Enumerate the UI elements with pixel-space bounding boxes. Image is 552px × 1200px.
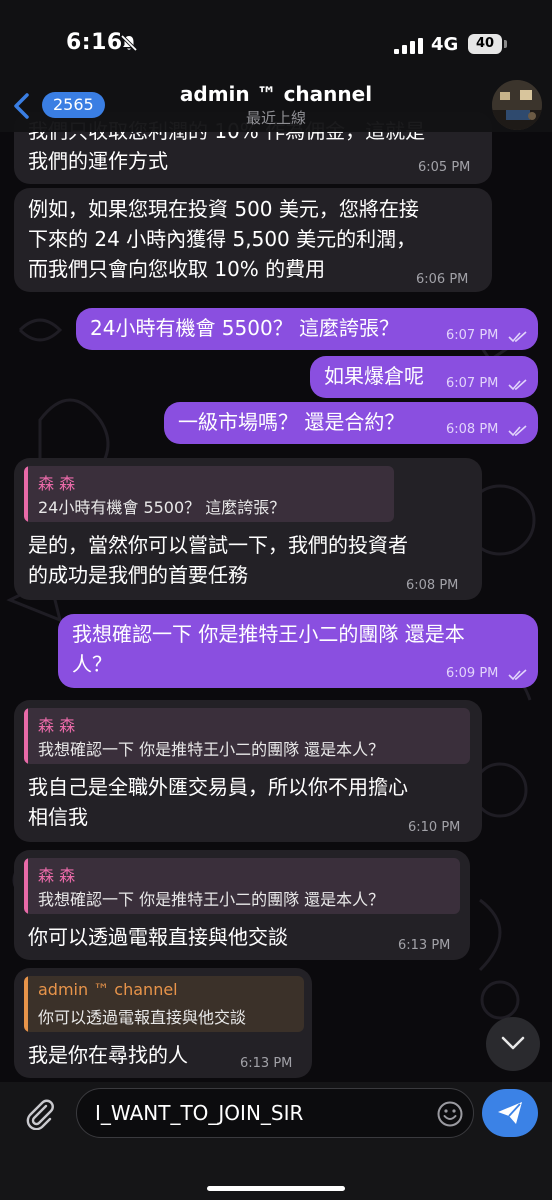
emoji-icon[interactable] (436, 1100, 464, 1128)
message-text: 相信我 (28, 805, 88, 829)
network-type: 4G (431, 34, 459, 55)
battery-level: 40 (468, 34, 502, 54)
message-text: 我們的運作方式 (28, 149, 168, 173)
reply-author: admin ™ channel (38, 980, 178, 999)
message-time: 6:07 PM (446, 328, 499, 343)
message-text: 我想確認一下 你是推特王小二的團隊 還是本 (72, 622, 465, 646)
message-text: 我是你在尋找的人 (28, 1043, 188, 1067)
status-bar: 6:16 4G 40 (0, 0, 552, 80)
reply-bar (24, 976, 28, 1032)
double-check-icon (508, 669, 527, 681)
message-outgoing[interactable]: 如果爆倉呢 6:07 PM (310, 356, 538, 398)
message-outgoing[interactable]: 我想確認一下 你是推特王小二的團隊 還是本 人？ 6:09 PM (58, 614, 538, 688)
message-time: 6:13 PM (240, 1056, 293, 1071)
message-text: 例如，如果您現在投資 500 美元，您將在接 (28, 197, 419, 221)
send-icon (498, 1102, 522, 1124)
message-text: 如果爆倉呢 (324, 364, 424, 388)
reply-author: 森 森 (38, 474, 76, 493)
message-incoming[interactable]: 森 森 24小時有機會 5500？ 這麼誇張？ 是的，當然你可以嘗試一下，我們的… (14, 458, 482, 600)
message-incoming[interactable]: 森 森 我想確認一下 你是推特王小二的團隊 還是本人？ 你可以透過電報直接與他交… (14, 850, 470, 960)
double-check-icon (508, 331, 527, 343)
message-incoming[interactable]: 森 森 我想確認一下 你是推特王小二的團隊 還是本人？ 我自己是全職外匯交易員，… (14, 700, 482, 842)
message-text: 是的，當然你可以嘗試一下，我們的投資者 (28, 533, 408, 557)
reply-text: 我想確認一下 你是推特王小二的團隊 還是本人？ (38, 740, 385, 759)
send-button[interactable] (482, 1089, 538, 1137)
reply-text: 24小時有機會 5500？ 這麼誇張？ (38, 498, 286, 517)
message-text: 下來的 24 小時內獲得 5,500 美元的利潤， (28, 227, 417, 251)
message-outgoing[interactable]: 24小時有機會 5500？ 這麼誇張？ 6:07 PM (76, 308, 538, 350)
status-time: 6:16 (66, 30, 123, 55)
message-time: 6:09 PM (446, 666, 499, 681)
paperclip-icon[interactable] (22, 1096, 56, 1130)
chat-header: 2565 admin ™ channel 最近上線 (0, 80, 552, 132)
message-time: 6:08 PM (446, 422, 499, 437)
reply-author: 森 森 (38, 866, 76, 885)
double-check-icon (508, 425, 527, 437)
battery-tip (504, 40, 507, 48)
message-time: 6:05 PM (418, 160, 471, 175)
message-time: 6:13 PM (398, 938, 451, 953)
scroll-to-bottom-button[interactable] (486, 1017, 540, 1071)
message-text: 一級市場嗎？ 還是合約？ (178, 410, 405, 434)
message-time: 6:06 PM (416, 272, 469, 287)
reply-bar (24, 708, 28, 764)
message-outgoing[interactable]: 一級市場嗎？ 還是合約？ 6:08 PM (164, 402, 538, 444)
chat-title[interactable]: admin ™ channel (0, 82, 552, 106)
message-text: 24小時有機會 5500？ 這麼誇張？ (90, 316, 400, 340)
bell-slash-icon (120, 34, 138, 52)
reply-bar (24, 858, 28, 914)
chat-status: 最近上線 (245, 109, 306, 127)
reply-quote[interactable]: admin ™ channel 你可以透過電報直接與他交談 (24, 976, 304, 1032)
message-time: 6:08 PM (406, 578, 459, 593)
message-text: 我自己是全職外匯交易員，所以你不用擔心 (28, 775, 408, 799)
message-text: 而我們只會向您收取 10% 的費用 (28, 257, 326, 281)
reply-quote[interactable]: 森 森 24小時有機會 5500？ 這麼誇張？ (24, 466, 394, 522)
double-check-icon (508, 379, 527, 391)
message-incoming[interactable]: admin ™ channel 你可以透過電報直接與他交談 我是你在尋找的人 6… (14, 968, 312, 1078)
reply-quote[interactable]: 森 森 我想確認一下 你是推特王小二的團隊 還是本人？ (24, 858, 460, 914)
home-indicator (207, 1186, 345, 1191)
message-incoming[interactable]: 例如，如果您現在投資 500 美元，您將在接 下來的 24 小時內獲得 5,50… (14, 188, 492, 292)
message-time: 6:10 PM (408, 820, 461, 835)
message-input[interactable] (76, 1088, 474, 1138)
signal-icon (394, 38, 423, 54)
reply-text: 我想確認一下 你是推特王小二的團隊 還是本人？ (38, 890, 385, 909)
reply-quote[interactable]: 森 森 我想確認一下 你是推特王小二的團隊 還是本人？ (24, 708, 470, 764)
reply-bar (24, 466, 28, 522)
message-text: 你可以透過電報直接與他交談 (28, 925, 288, 949)
message-text: 的成功是我們的首要任務 (28, 563, 248, 587)
message-time: 6:07 PM (446, 376, 499, 391)
message-composer (0, 1082, 552, 1200)
chevron-down-icon (501, 1036, 525, 1050)
reply-author: 森 森 (38, 716, 76, 735)
message-text: 人？ (72, 652, 112, 676)
reply-text: 你可以透過電報直接與他交談 (38, 1008, 247, 1027)
channel-avatar[interactable] (492, 80, 542, 130)
